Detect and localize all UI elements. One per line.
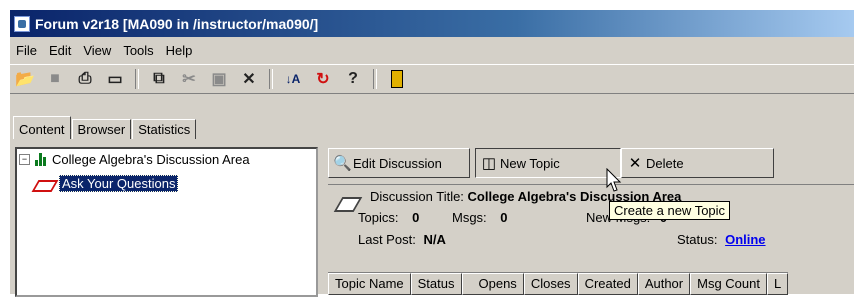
tab-strip: Content Browser Statistics xyxy=(13,116,197,139)
topics-label: Topics: xyxy=(358,210,399,225)
refresh-icon[interactable]: ↻ xyxy=(312,68,334,90)
menu-edit[interactable]: Edit xyxy=(43,43,77,58)
tree-root[interactable]: − College Algebra's Discussion Area xyxy=(19,152,250,167)
tree-item-label: Ask Your Questions xyxy=(59,175,179,192)
collapse-icon[interactable]: − xyxy=(19,154,30,165)
tab-content-label: Content xyxy=(19,122,65,137)
delete-label: Delete xyxy=(646,155,684,171)
folder-icon[interactable]: ▭ xyxy=(104,68,126,90)
discussion-area-icon xyxy=(33,153,49,166)
toolbar-separator xyxy=(373,69,377,89)
col-author[interactable]: Author xyxy=(637,273,691,295)
paste-icon[interactable]: ▣ xyxy=(208,68,230,90)
help-icon[interactable]: ? xyxy=(342,68,364,90)
app-icon xyxy=(14,15,30,32)
delete-button[interactable]: ✕ Delete xyxy=(621,148,774,178)
open-folder-icon[interactable]: 📂 xyxy=(14,68,36,90)
new-topic-tooltip: Create a new Topic xyxy=(609,201,731,220)
title-bar[interactable]: Forum v2r18 [MA090 in /instructor/ma090/… xyxy=(10,10,854,37)
tree-root-label: College Algebra's Discussion Area xyxy=(52,152,250,167)
col-status[interactable]: Status xyxy=(410,273,462,295)
edit-discussion-label: Edit Discussion xyxy=(353,155,442,171)
detail-pane: 🔍 Edit Discussion ◫ New Topic ✕ Delete D… xyxy=(328,148,854,300)
delete-x-icon: ✕ xyxy=(628,155,642,172)
col-last[interactable]: L xyxy=(767,273,789,295)
topic-book-icon xyxy=(33,177,55,191)
last-post-value: N/A xyxy=(423,232,446,247)
topics-value: 0 xyxy=(412,210,420,225)
toolbar: 📂 ■ ⎙ ▭ ⧉ ✂ ▣ ✕ ↓A ↻ ? xyxy=(10,64,854,94)
col-msg-count[interactable]: Msg Count xyxy=(690,273,767,295)
discussion-info-panel: Discussion Title: College Algebra's Disc… xyxy=(328,184,854,267)
toolbar-separator xyxy=(269,69,273,89)
topic-grid-header: Topic Name Status Opens Closes Created A… xyxy=(328,272,789,295)
edit-discussion-button[interactable]: 🔍 Edit Discussion xyxy=(328,148,470,178)
tree-item-ask-questions[interactable]: Ask Your Questions xyxy=(33,175,179,192)
menu-view[interactable]: View xyxy=(77,43,117,58)
forum-tree[interactable]: − College Algebra's Discussion Area Ask … xyxy=(15,147,318,297)
exit-door-icon[interactable] xyxy=(386,68,408,90)
col-topic-name[interactable]: Topic Name xyxy=(328,273,411,295)
menu-help[interactable]: Help xyxy=(160,43,199,58)
tab-statistics-label: Statistics xyxy=(138,122,191,137)
title-label: Discussion Title: xyxy=(370,189,464,204)
col-closes[interactable]: Closes xyxy=(523,273,578,295)
menu-bar: File Edit View Tools Help xyxy=(10,40,198,60)
print-icon[interactable]: ⎙ xyxy=(74,68,96,90)
sort-icon[interactable]: ↓A xyxy=(282,68,304,90)
toolbar-separator xyxy=(135,69,139,89)
tab-statistics[interactable]: Statistics xyxy=(132,119,197,139)
save-icon[interactable]: ■ xyxy=(44,68,66,90)
delete-icon[interactable]: ✕ xyxy=(238,68,260,90)
status-online-link[interactable]: Online xyxy=(725,232,765,247)
menu-tools[interactable]: Tools xyxy=(117,43,159,58)
new-topic-icon: ◫ xyxy=(481,155,497,172)
msgs-label: Msgs: xyxy=(452,210,487,225)
mouse-cursor-icon xyxy=(606,168,622,192)
new-topic-label: New Topic xyxy=(500,155,560,171)
magnifier-icon: 🔍 xyxy=(333,155,352,172)
tab-browser-label: Browser xyxy=(77,122,126,137)
menu-file[interactable]: File xyxy=(10,43,43,58)
last-post-label: Last Post: xyxy=(358,232,416,247)
window-title: Forum v2r18 [MA090 in /instructor/ma090/… xyxy=(35,15,319,32)
copy-icon[interactable]: ⧉ xyxy=(148,68,170,90)
col-created[interactable]: Created xyxy=(577,273,638,295)
tab-content[interactable]: Content xyxy=(13,116,71,139)
msgs-value: 0 xyxy=(500,210,508,225)
tab-browser[interactable]: Browser xyxy=(71,119,132,139)
cut-icon[interactable]: ✂ xyxy=(178,68,200,90)
col-opens[interactable]: Opens xyxy=(461,273,524,295)
new-topic-button[interactable]: ◫ New Topic xyxy=(475,148,621,178)
status-label: Status: xyxy=(677,232,718,247)
